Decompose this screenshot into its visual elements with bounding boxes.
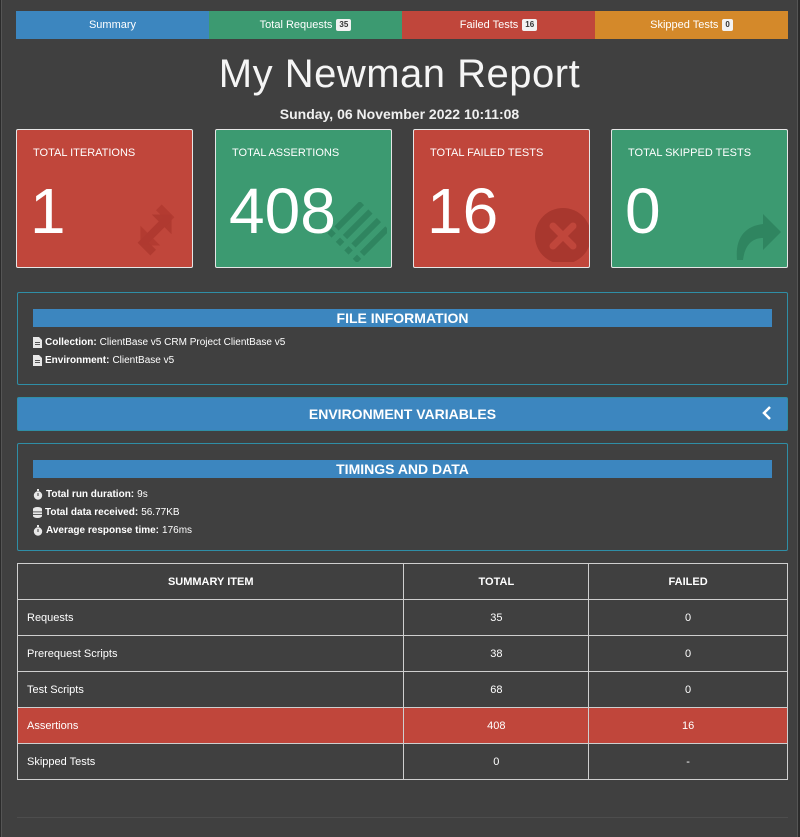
report-timestamp: Sunday, 06 November 2022 10:11:08 (279, 106, 520, 122)
row-failed: 0 (588, 635, 788, 672)
data-received-label: Total data received: (45, 506, 139, 518)
column-header-total: TOTAL (403, 563, 590, 600)
tab-skipped-tests[interactable]: Skipped Tests 0 (595, 11, 788, 39)
page-title: My Newman Report (218, 52, 581, 96)
environment-variables-heading: ENVIRONMENT VARIABLES (308, 406, 497, 422)
tab-summary-label: Summary (88, 19, 137, 31)
card-label: TOTAL FAILED TESTS (430, 147, 544, 159)
environment-value: ClientBase v5 (112, 354, 175, 366)
share-icon (723, 202, 783, 267)
collection-label: Collection: (45, 336, 97, 348)
nav-tabs: Summary Total Requests 35 Failed Tests 1… (16, 11, 788, 39)
row-failed: 16 (588, 707, 788, 744)
tab-failed-tests-badge: 16 (522, 19, 538, 31)
table-row-failed: Assertions 408 16 (16, 707, 788, 744)
tab-total-requests-label: Total Requests (259, 19, 333, 31)
summary-table: SUMMARY ITEM TOTAL FAILED Requests 35 0 … (16, 563, 788, 780)
tab-failed-tests-label: Failed Tests (459, 19, 519, 31)
stopwatch-icon (33, 524, 43, 536)
tab-total-requests[interactable]: Total Requests 35 (209, 11, 402, 39)
timings-and-data-heading: TIMINGS AND DATA (33, 460, 772, 478)
row-total: 38 (403, 635, 590, 672)
tab-failed-tests[interactable]: Failed Tests 16 (402, 11, 595, 39)
card-total-skipped-tests: TOTAL SKIPPED TESTS 0 (611, 129, 788, 268)
database-icon (33, 506, 42, 518)
chevron-left-icon[interactable] (761, 406, 773, 423)
column-header-summary-item: SUMMARY ITEM (16, 563, 405, 600)
environment-variables-toggle[interactable]: ENVIRONMENT VARIABLES (17, 397, 788, 431)
card-total-failed-tests: TOTAL FAILED TESTS 16 (413, 129, 590, 268)
card-total-assertions: TOTAL ASSERTIONS 408 (215, 129, 392, 268)
row-item: Prerequest Scripts (16, 635, 405, 672)
refresh-icon (124, 198, 188, 267)
row-item: Test Scripts (16, 671, 405, 708)
card-label: TOTAL ASSERTIONS (232, 147, 340, 159)
table-row: Test Scripts 68 0 (16, 671, 788, 708)
file-icon (33, 354, 42, 366)
row-item: Assertions (16, 707, 405, 744)
avg-response-value: 176ms (162, 524, 193, 536)
avg-response-label: Average response time: (46, 524, 160, 536)
card-value: 408 (229, 175, 336, 247)
file-icon (33, 336, 42, 348)
table-row: Prerequest Scripts 38 0 (16, 635, 788, 672)
file-information-heading: FILE INFORMATION (33, 309, 772, 327)
data-received-value: 56.77KB (141, 506, 180, 518)
tab-skipped-tests-badge: 0 (722, 19, 733, 31)
times-circle-icon (527, 200, 589, 267)
collection-row: Collection: ClientBase v5 CRM Project Cl… (33, 333, 787, 351)
environment-row: Environment: ClientBase v5 (33, 351, 787, 369)
table-row: Skipped Tests 0 - (16, 743, 788, 780)
column-header-failed: FAILED (588, 563, 788, 600)
report-page: Summary Total Requests 35 Failed Tests 1… (1, 0, 798, 837)
run-duration-row: Total run duration: 9s (33, 485, 787, 503)
stopwatch-icon (33, 488, 43, 500)
environment-label: Environment: (45, 354, 110, 366)
card-value: 1 (30, 175, 66, 247)
row-failed: 0 (588, 599, 788, 636)
row-item: Skipped Tests (16, 743, 405, 780)
run-duration-label: Total run duration: (46, 488, 135, 500)
avg-response-row: Average response time: 176ms (33, 521, 787, 539)
row-total: 35 (403, 599, 590, 636)
tab-total-requests-badge: 35 (336, 19, 352, 31)
row-item: Requests (16, 599, 405, 636)
file-information-panel: FILE INFORMATION Collection: ClientBase … (17, 292, 788, 385)
collection-value: ClientBase v5 CRM Project ClientBase v5 (99, 336, 286, 348)
card-value: 0 (625, 175, 661, 247)
table-row: Requests 35 0 (16, 599, 788, 636)
card-label: TOTAL SKIPPED TESTS (628, 147, 752, 159)
timings-and-data-panel: TIMINGS AND DATA Total run duration: 9s … (17, 443, 788, 551)
row-failed: - (588, 743, 788, 780)
card-label: TOTAL ITERATIONS (33, 147, 136, 159)
row-total: 68 (403, 671, 590, 708)
row-failed: 0 (588, 671, 788, 708)
run-duration-value: 9s (137, 488, 148, 500)
table-header-row: SUMMARY ITEM TOTAL FAILED (16, 563, 788, 600)
card-total-iterations: TOTAL ITERATIONS 1 (16, 129, 193, 268)
card-value: 16 (427, 175, 499, 247)
list-icon (327, 200, 390, 267)
row-total: 408 (403, 707, 590, 744)
tab-skipped-tests-label: Skipped Tests (650, 19, 719, 31)
row-total: 0 (403, 743, 590, 780)
divider (17, 817, 788, 818)
tab-summary[interactable]: Summary (16, 11, 209, 39)
data-received-row: Total data received: 56.77KB (33, 503, 787, 521)
